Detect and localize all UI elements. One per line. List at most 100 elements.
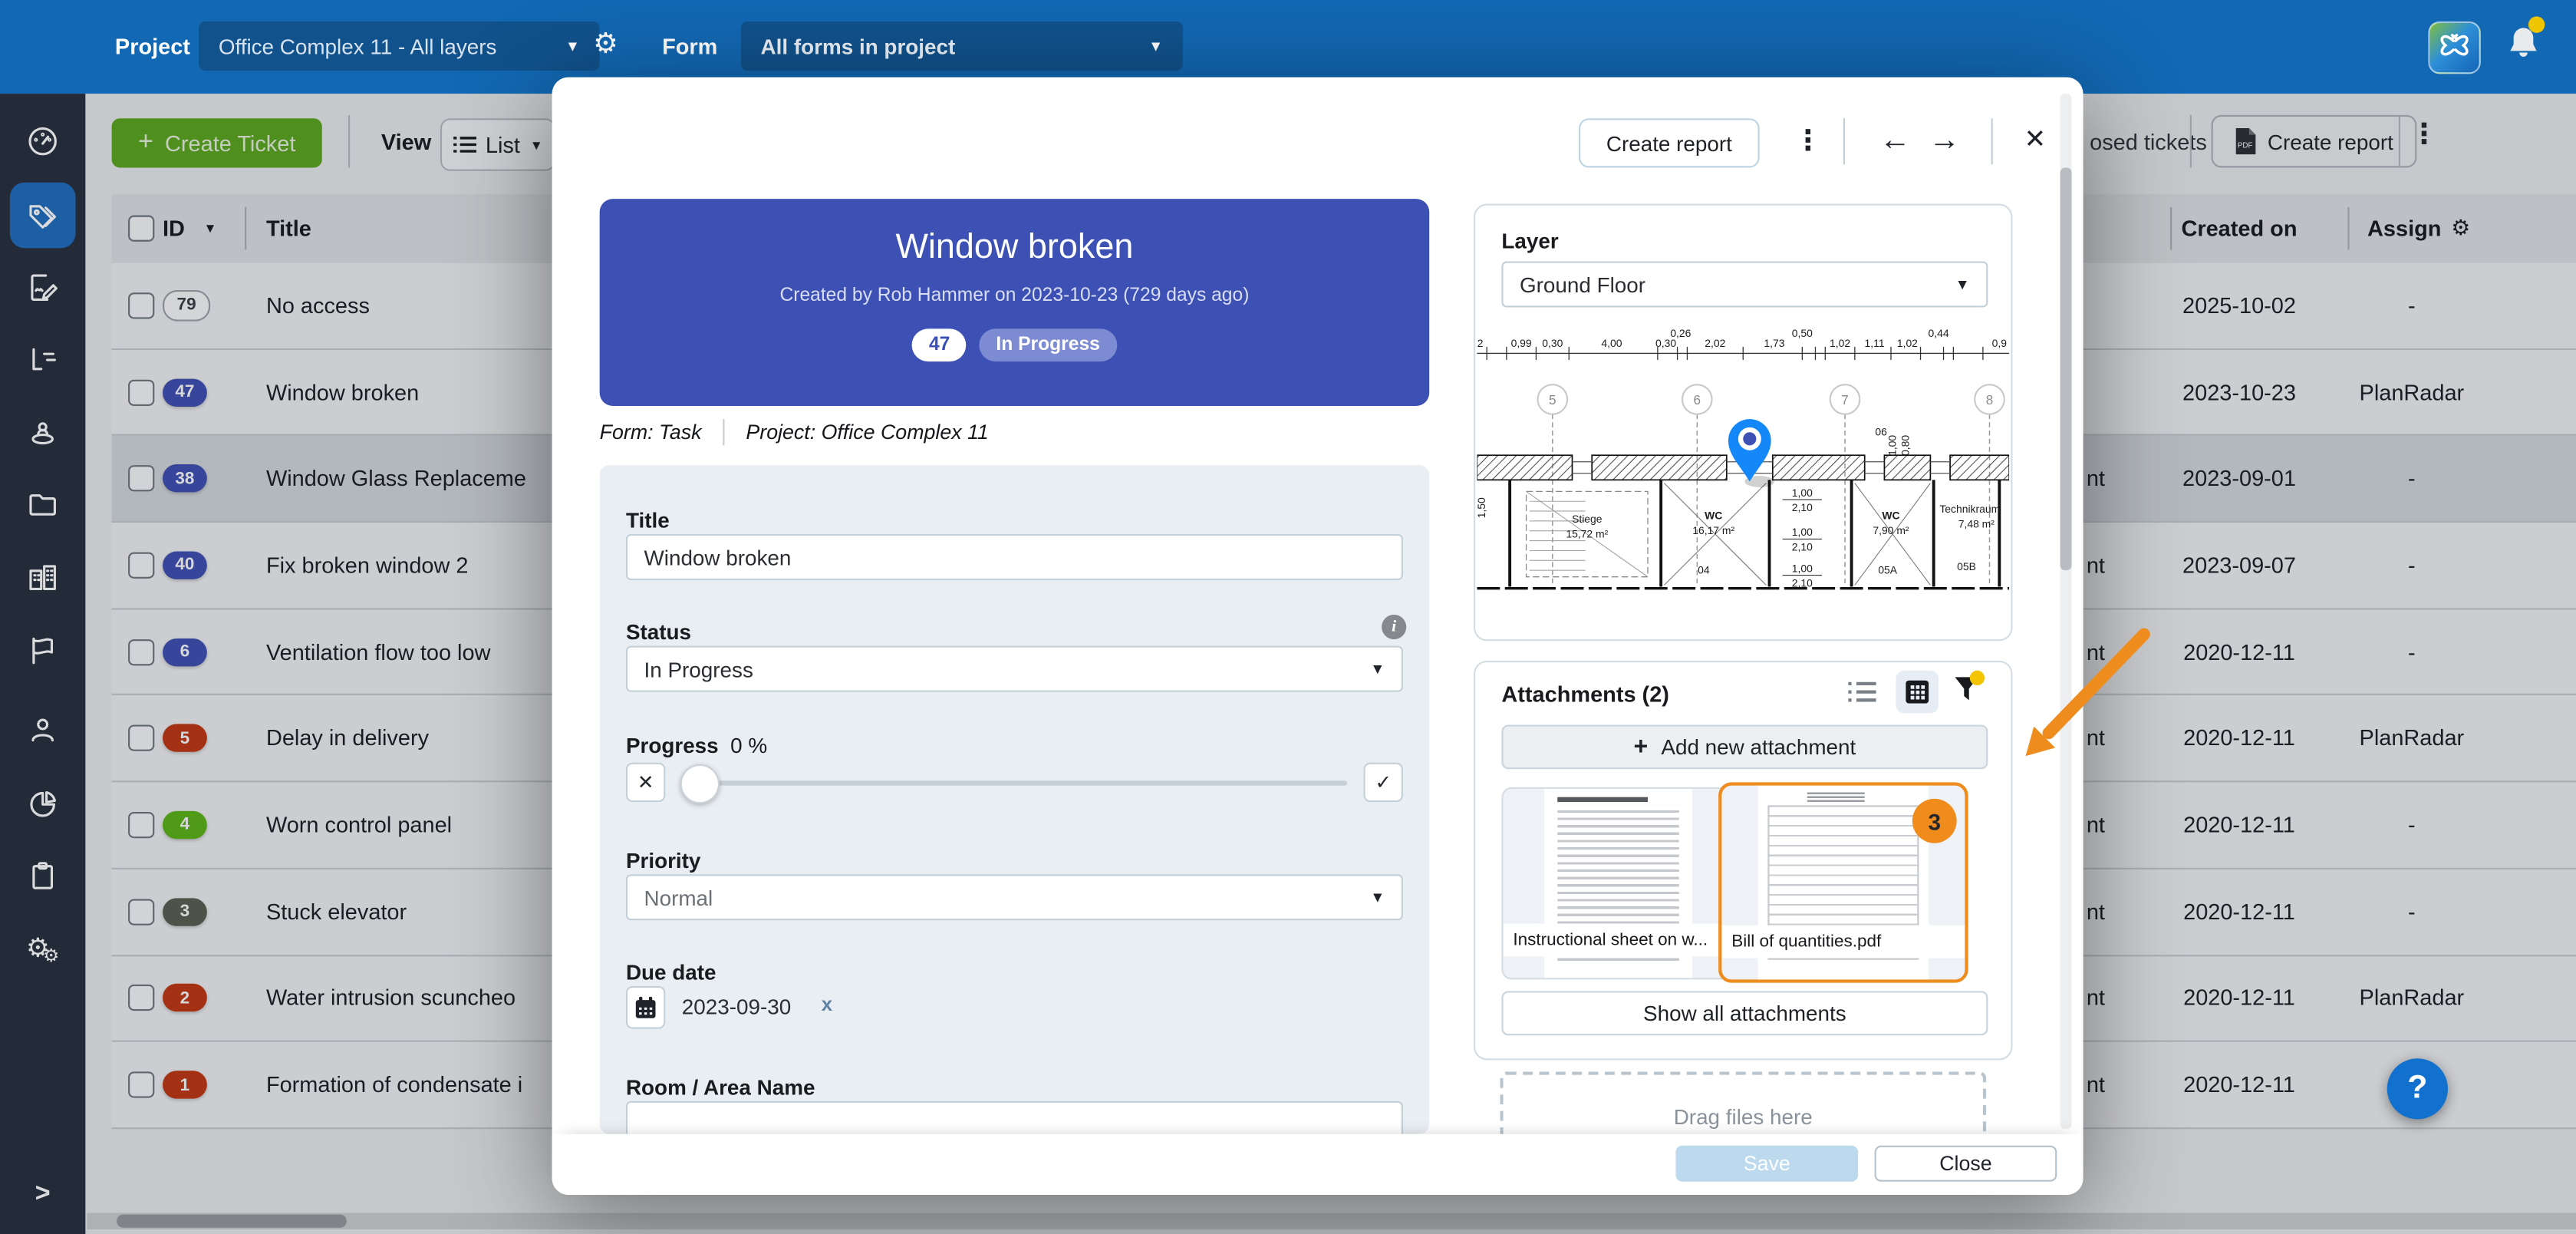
svg-text:8: 8 [1986, 392, 1994, 407]
gears-icon-small: ⚙ [43, 944, 59, 965]
modal-scrollbar-thumb[interactable] [2060, 167, 2072, 570]
room-field-label: Room / Area Name [626, 1075, 815, 1100]
svg-text:1,00: 1,00 [1886, 435, 1898, 456]
room-input[interactable] [626, 1101, 1403, 1134]
attachment-thumbnail-highlighted[interactable]: 3 Bill of quantities.pdf [1718, 782, 1968, 982]
attachments-grid-view-button[interactable] [1896, 671, 1939, 714]
svg-text:WC: WC [1882, 510, 1899, 522]
layer-label: Layer [1501, 229, 1558, 253]
svg-text:0,50: 0,50 [1792, 327, 1813, 339]
sidebar-item-reports[interactable] [10, 843, 76, 909]
progress-confirm-button[interactable]: ✓ [1364, 763, 1403, 802]
form-label: Form [662, 23, 717, 72]
ticket-meta: Form: Task Project: Office Complex 11 [600, 419, 989, 445]
sidebar-item-plans[interactable] [10, 327, 76, 393]
sidebar-item-tickets[interactable] [10, 183, 76, 249]
previous-ticket-arrow-icon[interactable]: ← [1879, 118, 1911, 164]
show-all-attachments-button[interactable]: Show all attachments [1501, 991, 1988, 1035]
title-field-label: Title [626, 508, 670, 533]
sidebar-item-forms[interactable] [10, 255, 76, 321]
progress-slider-knob[interactable] [680, 764, 720, 803]
sidebar-nav: ⚙ ⚙ > [0, 94, 85, 1234]
connect-app-icon[interactable] [2428, 21, 2481, 74]
svg-text:0,44: 0,44 [1929, 327, 1949, 339]
status-select-value: In Progress [644, 657, 753, 681]
levels-icon [25, 341, 61, 378]
meta-project: Project: Office Complex 11 [746, 421, 988, 444]
progress-clear-button[interactable]: ✕ [626, 763, 665, 802]
person-icon [25, 711, 61, 747]
attachments-list-view-icon[interactable] [1848, 681, 1876, 712]
svg-text:1,00: 1,00 [1792, 487, 1813, 499]
modal-create-report-label: Create report [1606, 130, 1732, 155]
sidebar-item-statistics[interactable] [10, 770, 76, 836]
svg-text:4,00: 4,00 [1601, 337, 1622, 349]
svg-text:1,73: 1,73 [1764, 337, 1784, 349]
attachment-thumbnail[interactable]: Instructional sheet on w... [1501, 787, 1734, 980]
svg-text:1,00: 1,00 [1792, 562, 1813, 574]
svg-text:05A: 05A [1878, 563, 1897, 576]
svg-text:5: 5 [1549, 392, 1556, 407]
help-button[interactable]: ? [2387, 1058, 2448, 1119]
close-icon[interactable]: ✕ [2024, 118, 2046, 164]
modal-divider [1991, 118, 1993, 164]
svg-text:04: 04 [1698, 563, 1710, 576]
svg-text:2,10: 2,10 [1792, 577, 1813, 589]
next-ticket-arrow-icon[interactable]: → [1929, 118, 1960, 164]
svg-text:1,02: 1,02 [1830, 337, 1850, 349]
chevron-down-icon: ▼ [1125, 38, 1163, 54]
attachments-filter-icon[interactable] [1953, 675, 1979, 710]
sidebar-item-site-presence[interactable] [10, 399, 76, 465]
calendar-button[interactable] [626, 986, 665, 1029]
sidebar-item-settings[interactable]: ⚙ ⚙ [10, 916, 76, 982]
svg-text:0,30: 0,30 [1542, 337, 1563, 349]
chevron-down-icon: ▼ [1370, 661, 1385, 677]
sidebar-expand-button[interactable]: > [10, 1162, 76, 1228]
layer-card: Layer Ground Floor ▼ [1474, 204, 2012, 642]
project-settings-gear-icon[interactable]: ⚙ [593, 28, 618, 61]
modal-scrollbar[interactable] [2060, 94, 2072, 1129]
notifications-bell-icon[interactable] [2504, 21, 2543, 72]
layer-select-value: Ground Floor [1520, 272, 1645, 296]
sidebar-item-documents[interactable] [10, 472, 76, 538]
floor-plan[interactable]: 2 0,99 0,30 4,00 0,30 2,02 1,73 1,02 1,1… [1477, 327, 2009, 626]
sidebar-item-projects[interactable] [10, 544, 76, 610]
sidebar-item-flags[interactable] [10, 618, 76, 684]
info-icon[interactable]: i [1382, 615, 1406, 639]
modal-create-report-button[interactable]: Create report [1579, 118, 1760, 167]
svg-text:2,02: 2,02 [1705, 337, 1725, 349]
progress-slider-track[interactable] [682, 780, 1347, 785]
close-button[interactable]: Close [1875, 1146, 2057, 1182]
svg-text:Technikraum: Technikraum [1939, 503, 2000, 515]
layer-select[interactable]: Ground Floor ▼ [1501, 262, 1988, 308]
grid-icon [1906, 681, 1929, 704]
svg-text:16,17 m²: 16,17 m² [1692, 524, 1734, 536]
attachment-caption: Instructional sheet on w... [1504, 924, 1734, 957]
status-select[interactable]: In Progress ▼ [626, 646, 1403, 692]
priority-field-label: Priority [626, 848, 700, 873]
modal-kebab-menu-icon[interactable]: ⋮ [1794, 118, 1822, 164]
add-attachment-button[interactable]: + Add new attachment [1501, 724, 1988, 769]
svg-text:1,50: 1,50 [1477, 497, 1487, 518]
save-button[interactable]: Save [1675, 1146, 1858, 1182]
ticket-id-pill: 47 [913, 328, 967, 361]
svg-text:6: 6 [1694, 392, 1701, 407]
project-select[interactable]: Office Complex 11 - All layers ▼ [199, 21, 600, 71]
svg-text:2,10: 2,10 [1792, 540, 1813, 553]
sidebar-item-contacts[interactable] [10, 697, 76, 763]
chevron-down-icon: ▼ [542, 38, 580, 54]
folder-icon [25, 487, 61, 523]
form-select[interactable]: All forms in project ▼ [741, 21, 1183, 71]
due-date-clear-button[interactable]: x [822, 993, 832, 1016]
document-edit-icon [25, 269, 61, 305]
svg-text:0,26: 0,26 [1670, 327, 1691, 339]
project-label: Project [115, 23, 190, 72]
form-select-value: All forms in project [761, 34, 956, 58]
svg-text:Stiege: Stiege [1572, 513, 1603, 525]
tag-icon [25, 197, 61, 233]
svg-text:0,99: 0,99 [1511, 337, 1532, 349]
title-input[interactable] [626, 534, 1403, 580]
sidebar-item-dashboard[interactable] [10, 108, 76, 174]
priority-select[interactable]: Normal ▼ [626, 874, 1403, 920]
modal-footer: Save Close [552, 1134, 2084, 1195]
